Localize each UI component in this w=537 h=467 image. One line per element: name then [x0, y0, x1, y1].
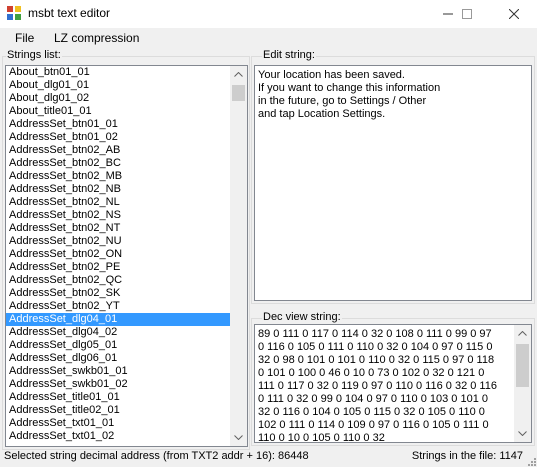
list-item[interactable]: About_dlg01_02 [6, 92, 230, 105]
strings-list-scrollbar[interactable] [230, 66, 247, 446]
scroll-down-button[interactable] [230, 429, 247, 446]
list-item[interactable]: AddressSet_btn02_PE [6, 261, 230, 274]
close-button[interactable] [499, 0, 529, 28]
list-item[interactable]: AddressSet_dlg05_01 [6, 339, 230, 352]
maximize-button[interactable] [452, 0, 482, 28]
list-item[interactable]: AddressSet_btn02_ON [6, 248, 230, 261]
strings-listbox[interactable]: About_btn01_01 About_dlg01_01 About_dlg01_… [5, 65, 248, 447]
list-item[interactable]: AddressSet_swkb01_01 [6, 365, 230, 378]
window-title: msbt text editor [28, 6, 111, 20]
list-item[interactable]: AddressSet_btn02_NU [6, 235, 230, 248]
menu-lz-compression[interactable]: LZ compression [54, 31, 139, 45]
scroll-up-button[interactable] [230, 66, 247, 83]
app-icon [7, 6, 21, 20]
list-item[interactable]: AddressSet_swkb01_02 [6, 378, 230, 391]
list-item[interactable]: AddressSet_btn02_AB [6, 144, 230, 157]
edit-string-textarea[interactable]: Your location has been saved. If you wan… [254, 65, 532, 301]
list-item[interactable]: AddressSet_dlg04_02 [6, 326, 230, 339]
list-item[interactable]: AddressSet_title02_01 [6, 404, 230, 417]
dec-view-text: 89 0 111 0 117 0 114 0 32 0 108 0 111 0 … [258, 328, 497, 443]
chevron-down-icon [518, 431, 527, 436]
dec-view-textarea[interactable]: 89 0 111 0 117 0 114 0 32 0 108 0 111 0 … [254, 324, 532, 443]
list-item[interactable]: AddressSet_btn02_QC [6, 274, 230, 287]
close-icon [509, 9, 519, 19]
maximize-icon [462, 9, 472, 19]
list-item[interactable]: AddressSet_btn02_NS [6, 209, 230, 222]
title-bar[interactable]: msbt text editor [0, 0, 537, 28]
dec-view-scrollbar[interactable] [514, 325, 531, 442]
dec-scroll-down-button[interactable] [514, 425, 531, 442]
list-item[interactable]: About_title01_01 [6, 105, 230, 118]
list-item[interactable]: AddressSet_btn02_NT [6, 222, 230, 235]
chevron-up-icon [518, 331, 527, 336]
strings-list-items: About_btn01_01 About_dlg01_01 About_dlg01_… [6, 66, 230, 443]
list-item[interactable]: AddressSet_btn02_BC [6, 157, 230, 170]
list-item[interactable]: About_dlg01_01 [6, 79, 230, 92]
dec-scroll-thumb[interactable] [516, 344, 529, 387]
list-item[interactable]: AddressSet_btn02_SK [6, 287, 230, 300]
list-item[interactable]: AddressSet_title01_01 [6, 391, 230, 404]
status-address-text: Selected string decimal address (from TX… [4, 450, 309, 462]
chevron-up-icon [234, 72, 243, 77]
list-item[interactable]: AddressSet_txt01_01 [6, 417, 230, 430]
edit-string-label: Edit string: [262, 49, 316, 61]
resize-grip-icon[interactable] [526, 456, 536, 466]
list-item[interactable]: AddressSet_dlg04_01 [6, 313, 230, 326]
status-bar: Selected string decimal address (from TX… [0, 447, 537, 467]
status-count-text: Strings in the file: 1147 [411, 450, 523, 462]
list-item[interactable]: AddressSet_txt01_02 [6, 430, 230, 443]
list-item[interactable]: AddressSet_btn02_YT [6, 300, 230, 313]
list-item[interactable]: AddressSet_btn02_NB [6, 183, 230, 196]
dec-view-label: Dec view string: [262, 311, 342, 323]
list-item[interactable]: AddressSet_btn01_02 [6, 131, 230, 144]
menu-bar: File LZ compression [0, 28, 537, 47]
list-item[interactable]: AddressSet_btn02_MB [6, 170, 230, 183]
edit-string-text: Your location has been saved. If you wan… [258, 69, 441, 120]
list-item[interactable]: AddressSet_btn02_NL [6, 196, 230, 209]
list-item[interactable]: AddressSet_dlg06_01 [6, 352, 230, 365]
chevron-down-icon [234, 435, 243, 440]
list-item[interactable]: About_btn01_01 [6, 66, 230, 79]
scroll-thumb[interactable] [232, 85, 245, 101]
strings-list-label: Strings list: [6, 49, 62, 61]
dec-scroll-up-button[interactable] [514, 325, 531, 342]
list-item[interactable]: AddressSet_btn01_01 [6, 118, 230, 131]
menu-file[interactable]: File [15, 31, 34, 45]
